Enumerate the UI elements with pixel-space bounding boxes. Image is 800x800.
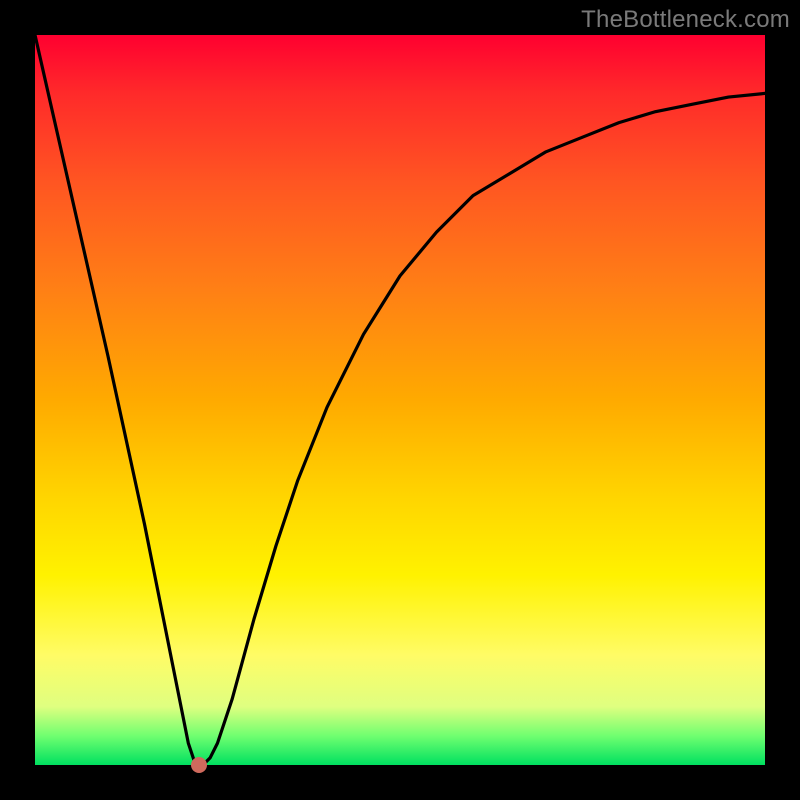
minimum-marker [191, 757, 207, 773]
plot-area [35, 35, 765, 765]
watermark-text: TheBottleneck.com [581, 6, 790, 34]
bottleneck-curve [35, 35, 765, 765]
chart-frame: TheBottleneck.com [0, 0, 800, 800]
